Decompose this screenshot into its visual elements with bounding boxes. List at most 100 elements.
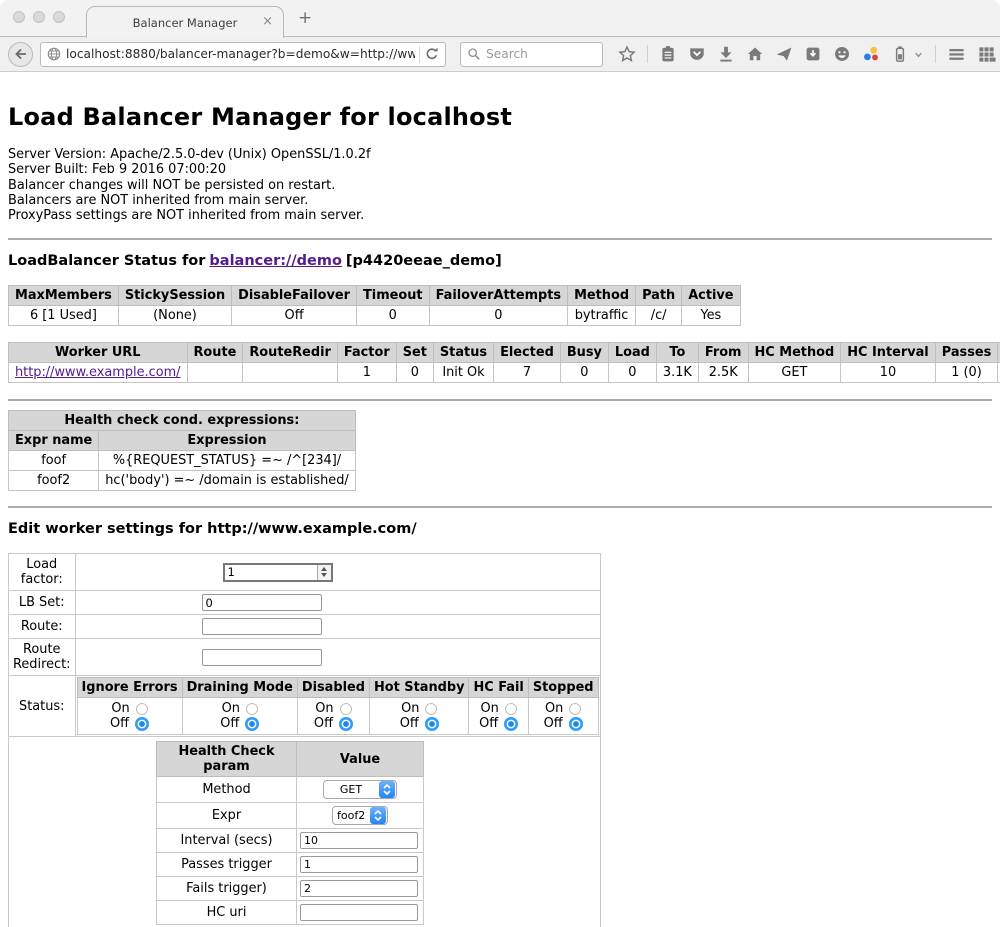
download-box-icon[interactable] [804,45,822,63]
browser-tab[interactable]: Balancer Manager × [86,6,284,38]
field-label: Expr [157,803,297,829]
minimize-window-button[interactable] [33,11,45,23]
cell: (None) [118,306,231,326]
window-controls [13,11,65,23]
back-button[interactable] [8,42,33,67]
hc-method-select[interactable]: GET [323,780,397,799]
table-header-row: Health Check param Value [157,742,424,777]
disabled-off-radio[interactable] [339,717,353,731]
load-factor-input[interactable] [225,565,317,580]
search-icon [467,47,481,61]
column-header: Factor [337,343,396,363]
ignore-errors-off-radio[interactable] [135,717,149,731]
hc-fails-input[interactable] [300,880,418,897]
form-row: Route: [9,615,601,639]
cell: bytraffic [568,306,636,326]
route-input[interactable] [202,618,322,635]
hot-standby-on-radio[interactable] [425,703,437,715]
downloads-icon[interactable] [717,45,735,63]
stopped-off-radio[interactable] [569,717,583,731]
back-arrow-icon [13,46,29,62]
tab-close-icon[interactable]: × [262,14,273,29]
cell [243,363,338,383]
radio-label: On [480,701,498,716]
table-row: 6 [1 Used] (None) Off 0 0 bytraffic /c/ … [9,306,741,326]
load-factor-field[interactable] [223,563,333,582]
edit-worker-form: Load factor: LB Set: Route: Route Redire… [8,553,601,927]
draining-mode-on-radio[interactable] [246,703,258,715]
hc-uri-input[interactable] [300,904,418,921]
browser-window: Balancer Manager × + [0,0,1000,927]
route-redirect-input[interactable] [202,649,322,666]
zoom-window-button[interactable] [53,11,65,23]
column-header: Draining Mode [182,678,297,698]
number-spinner-icon[interactable] [317,565,331,580]
worker-url-link[interactable]: http://www.example.com/ [15,365,181,380]
radio-label: Off [479,716,498,731]
divider [8,399,992,401]
close-window-button[interactable] [13,11,25,23]
cell: foof2 [9,471,99,491]
menu-icon[interactable] [947,45,966,64]
hc-expr-select[interactable]: foof2 [332,806,388,825]
lb-set-input[interactable] [202,594,322,611]
cell: 1 [337,363,396,383]
stopped-on-radio[interactable] [569,703,581,715]
pocket-icon[interactable] [688,45,706,63]
balancer-heading-suffix: [p4420eeae_demo] [346,253,502,269]
cell: /c/ [636,306,682,326]
battery-icon[interactable] [891,45,909,63]
table-row: foof %{REQUEST_STATUS} =~ /^[234]/ [9,451,356,471]
overflow-chevron-icon[interactable] [913,49,924,60]
url-input[interactable] [66,47,415,61]
bookmark-star-icon[interactable] [618,45,636,63]
cell: hc('body') =~ /domain is established/ [99,471,355,491]
hc-passes-input[interactable] [300,856,418,873]
form-row: HC uri [157,901,424,925]
hc-fail-on-radio[interactable] [505,703,517,715]
hot-standby-off-radio[interactable] [425,717,439,731]
column-header: HC Fail [469,678,528,698]
column-header: DisableFailover [232,286,357,306]
ignore-errors-on-radio[interactable] [136,703,148,715]
table-header-row: MaxMembers StickySession DisableFailover… [9,286,741,306]
search-bar[interactable] [460,42,603,67]
new-tab-button[interactable]: + [298,8,312,28]
field-label: HC uri [157,901,297,925]
form-row: Route Redirect: [9,639,601,676]
field-label: Method [157,777,297,803]
column-header: Expression [99,431,355,451]
info-line: Server Built: Feb 9 2016 07:00:20 [8,162,992,177]
disabled-on-radio[interactable] [340,703,352,715]
edit-worker-heading: Edit worker settings for http://www.exam… [8,521,992,537]
reading-list-icon[interactable] [659,45,677,63]
field-label: Route Redirect: [9,639,76,676]
column-header: Path [636,286,682,306]
search-input[interactable] [486,47,596,61]
info-line: Balancer changes will NOT be persisted o… [8,178,992,193]
status-options-table: Ignore Errors Draining Mode Disabled Hot… [77,677,599,735]
table-header-row: Worker URL Route RouteRedir Factor Set S… [9,343,1000,363]
tab-grid-icon[interactable] [977,45,996,64]
radio-label: Off [220,716,239,731]
colored-dots-extension-icon[interactable] [862,45,880,63]
emoji-icon[interactable] [833,45,851,63]
column-header: Set [396,343,433,363]
radio-label: On [401,701,419,716]
hc-fail-off-radio[interactable] [504,717,518,731]
form-row: Method GET [157,777,424,803]
url-bar[interactable] [40,42,446,67]
field-label: LB Set: [9,591,76,615]
home-icon[interactable] [746,45,764,63]
hc-interval-input[interactable] [300,832,418,849]
page-title: Load Balancer Manager for localhost [8,72,992,131]
send-tab-icon[interactable] [775,45,793,63]
balancer-link[interactable]: balancer://demo [209,253,342,269]
balancer-heading-prefix: LoadBalancer Status for [8,253,205,269]
column-header: Stopped [528,678,598,698]
reload-icon[interactable] [424,46,440,62]
table-row: On Off On Off On Off [77,698,598,735]
info-line: Balancers are NOT inherited from main se… [8,193,992,208]
table-row: http://www.example.com/ 1 0 Init Ok 7 0 … [9,363,1000,383]
draining-mode-off-radio[interactable] [245,717,259,731]
